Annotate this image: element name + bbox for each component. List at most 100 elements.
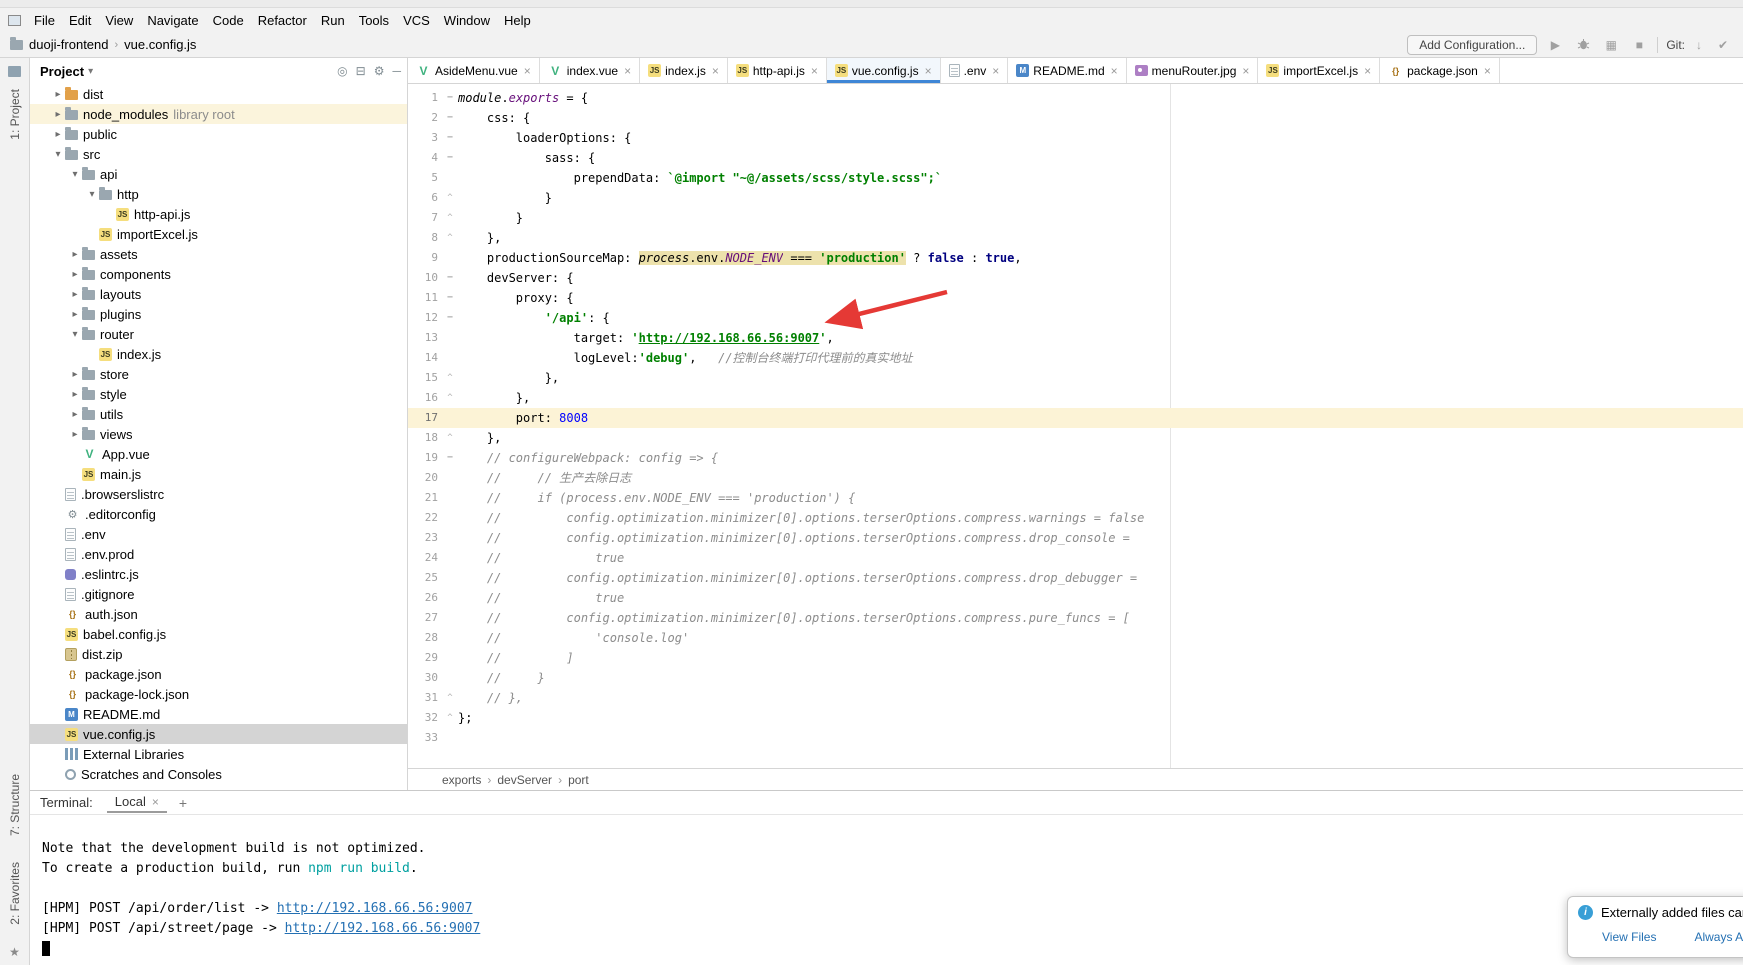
code-line-7[interactable]: 7^ } [408,208,1743,228]
line-number[interactable]: 13 [408,328,442,348]
editor-breadcrumb-devserver[interactable]: devServer [497,773,552,787]
chevron-right-icon[interactable]: ▸ [68,249,82,260]
code-line-31[interactable]: 31^ // }, [408,688,1743,708]
code-line-21[interactable]: 21 // if (process.env.NODE_ENV === 'prod… [408,488,1743,508]
line-number[interactable]: 5 [408,168,442,188]
tree-item-layouts[interactable]: ▸layouts [30,284,407,304]
code-line-15[interactable]: 15^ }, [408,368,1743,388]
chevron-down-icon[interactable]: ▾ [88,66,93,77]
tree-item-src[interactable]: ▾src [30,144,407,164]
line-number[interactable]: 1 [408,88,442,108]
tree-item-views[interactable]: ▸views [30,424,407,444]
tree-item-babel-config-js[interactable]: JSbabel.config.js [30,624,407,644]
code-line-33[interactable]: 33 [408,728,1743,748]
fold-collapse-icon[interactable]: − [442,293,458,303]
chevron-right-icon[interactable]: ▸ [68,269,82,280]
stop-button-icon[interactable]: ■ [1629,35,1649,55]
menu-file[interactable]: File [27,10,62,31]
locate-file-icon[interactable]: ◎ [337,64,347,78]
tree-item-dist-zip[interactable]: dist.zip [30,644,407,664]
fold-end-icon[interactable]: ^ [442,433,458,443]
favorites-star-icon[interactable]: ★ [9,945,20,959]
tree-item-plugins[interactable]: ▸plugins [30,304,407,324]
tree-item-utils[interactable]: ▸utils [30,404,407,424]
chevron-down-icon[interactable]: ▾ [51,149,65,160]
tab-close-icon[interactable]: × [925,64,932,78]
menu-edit[interactable]: Edit [62,10,98,31]
code-line-27[interactable]: 27 // config.optimization.minimizer[0].o… [408,608,1743,628]
git-commit-icon[interactable]: ✔ [1713,35,1733,55]
tree-item-env-prod[interactable]: .env.prod [30,544,407,564]
tab-close-icon[interactable]: × [624,64,631,78]
code-line-11[interactable]: 11− proxy: { [408,288,1743,308]
fold-collapse-icon[interactable]: − [442,113,458,123]
fold-collapse-icon[interactable]: − [442,313,458,323]
line-number[interactable]: 30 [408,668,442,688]
tab-close-icon[interactable]: × [1111,64,1118,78]
fold-collapse-icon[interactable]: − [442,153,458,163]
editor-tab-readme-md[interactable]: MREADME.md× [1008,58,1126,83]
terminal-tab-local[interactable]: Local × [107,792,167,813]
tree-item-gitignore[interactable]: .gitignore [30,584,407,604]
tree-item-router[interactable]: ▾router [30,324,407,344]
tree-item-api[interactable]: ▾api [30,164,407,184]
line-number[interactable]: 9 [408,248,442,268]
menu-window[interactable]: Window [437,10,497,31]
code-line-3[interactable]: 3− loaderOptions: { [408,128,1743,148]
notification-link-always-add[interactable]: Always Add [1694,930,1743,944]
line-number[interactable]: 24 [408,548,442,568]
code-editor[interactable]: 1−module.exports = {2− css: {3− loaderOp… [408,84,1743,768]
code-line-9[interactable]: 9 productionSourceMap: process.env.NODE_… [408,248,1743,268]
new-terminal-session-icon[interactable]: + [179,795,187,811]
tree-item-components[interactable]: ▸components [30,264,407,284]
menu-tools[interactable]: Tools [352,10,396,31]
hide-panel-icon[interactable]: ─ [392,64,401,78]
line-number[interactable]: 6 [408,188,442,208]
terminal-tab-close-icon[interactable]: × [152,795,159,809]
tree-item-readme-md[interactable]: MREADME.md [30,704,407,724]
code-line-17[interactable]: 17 port: 8008 [408,408,1743,428]
chevron-right-icon[interactable]: ▸ [68,289,82,300]
code-line-29[interactable]: 29 // ] [408,648,1743,668]
line-number[interactable]: 22 [408,508,442,528]
line-number[interactable]: 16 [408,388,442,408]
project-panel-title[interactable]: Project [40,64,84,79]
chevron-right-icon[interactable]: ▸ [51,109,65,120]
line-number[interactable]: 17 [408,408,442,428]
terminal-url-link[interactable]: http://192.168.66.56:9007 [277,901,473,916]
editor-tab-vue-config-js[interactable]: JSvue.config.js× [827,58,941,83]
menu-vcs[interactable]: VCS [396,10,437,31]
editor-tab-menurouter-jpg[interactable]: menuRouter.jpg× [1127,58,1259,83]
terminal-output[interactable]: Note that the development build is not o… [30,815,1743,965]
tree-item-node-modules[interactable]: ▸node_moduleslibrary root [30,104,407,124]
debug-button-icon[interactable] [1573,35,1593,55]
chevron-down-icon[interactable]: ▾ [68,329,82,340]
tree-item-assets[interactable]: ▸assets [30,244,407,264]
menu-view[interactable]: View [98,10,140,31]
fold-end-icon[interactable]: ^ [442,373,458,383]
line-number[interactable]: 15 [408,368,442,388]
menu-run[interactable]: Run [314,10,352,31]
line-number[interactable]: 10 [408,268,442,288]
line-number[interactable]: 20 [408,468,442,488]
tab-close-icon[interactable]: × [524,64,531,78]
line-number[interactable]: 7 [408,208,442,228]
line-number[interactable]: 27 [408,608,442,628]
line-number[interactable]: 19 [408,448,442,468]
line-number[interactable]: 32 [408,708,442,728]
notification-link-view-files[interactable]: View Files [1602,930,1656,944]
tree-item-http[interactable]: ▾http [30,184,407,204]
tree-item-store[interactable]: ▸store [30,364,407,384]
code-line-6[interactable]: 6^ } [408,188,1743,208]
chevron-right-icon[interactable]: ▸ [68,369,82,380]
tab-close-icon[interactable]: × [1242,64,1249,78]
editor-tab-asidemenu-vue[interactable]: VAsideMenu.vue× [408,58,540,83]
line-number[interactable]: 25 [408,568,442,588]
menu-refactor[interactable]: Refactor [251,10,314,31]
fold-collapse-icon[interactable]: − [442,133,458,143]
line-number[interactable]: 2 [408,108,442,128]
menu-help[interactable]: Help [497,10,538,31]
tree-item-env[interactable]: .env [30,524,407,544]
fold-collapse-icon[interactable]: − [442,93,458,103]
tree-item-auth-json[interactable]: {}auth.json [30,604,407,624]
